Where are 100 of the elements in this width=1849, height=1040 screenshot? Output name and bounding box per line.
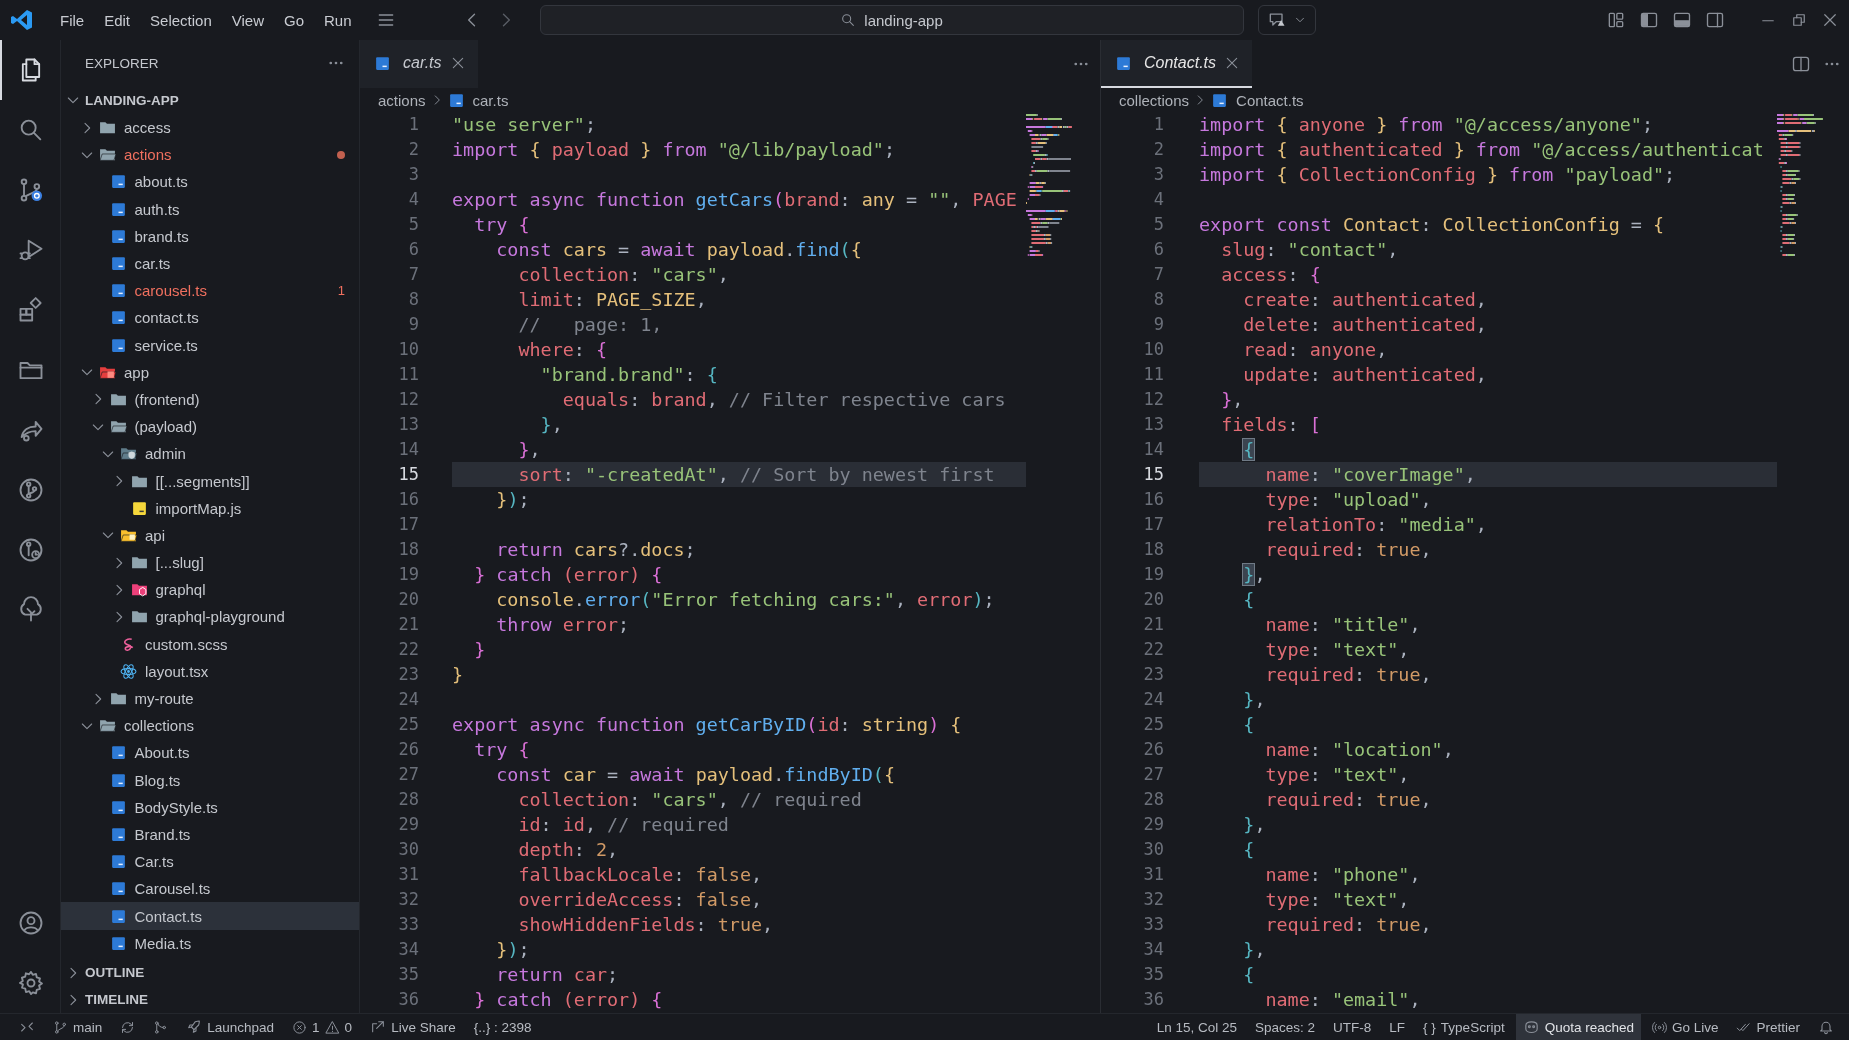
folder-entry[interactable]: collections — [61, 712, 359, 740]
folder-entry[interactable]: [[...segments]] — [61, 467, 359, 495]
menu-item[interactable]: Run — [314, 7, 362, 33]
status-item[interactable]: LF — [1382, 1014, 1413, 1040]
folder-entry[interactable]: graphql-playground — [61, 603, 359, 631]
sync-icon[interactable] — [120, 1019, 136, 1035]
restore-icon[interactable] — [1790, 11, 1808, 29]
line-number: 28 — [1143, 788, 1164, 811]
tree-entry[interactable]: About.ts — [61, 739, 359, 767]
folder-entry[interactable]: app — [61, 358, 359, 386]
breadcrumb-item[interactable]: Contact.ts — [1236, 91, 1304, 109]
folder-entry[interactable]: graphql — [61, 576, 359, 604]
tree-entry[interactable]: contact.ts — [61, 304, 359, 332]
graph-icon[interactable] — [153, 1019, 169, 1035]
secondary-sidebar-icon[interactable] — [1705, 10, 1725, 30]
editor-tab[interactable]: car.ts — [360, 40, 478, 88]
status-item[interactable]: Live Share — [363, 1014, 463, 1040]
remote-icon[interactable] — [19, 1019, 35, 1035]
line-number: 36 — [398, 988, 419, 1011]
status-item[interactable]: Launchpad — [179, 1014, 282, 1040]
tree-entry[interactable]: auth.ts — [61, 195, 359, 223]
code-line: name: "title", — [1264, 613, 1422, 637]
folder-entry[interactable]: (frontend) — [61, 385, 359, 414]
problem-count: 1 — [337, 283, 345, 299]
tree-entry[interactable]: importMap.js — [61, 494, 359, 522]
tree-entry[interactable]: Contact.ts — [61, 902, 359, 930]
chat-button[interactable] — [1257, 5, 1316, 35]
status-item[interactable]: Ln 15, Col 25 — [1149, 1014, 1244, 1040]
tree-entry[interactable]: layout.tsx — [61, 657, 359, 685]
tree-entry[interactable]: Blog.ts — [61, 766, 359, 794]
layout-icon[interactable] — [1606, 10, 1626, 30]
language-status[interactable]: { } TypeScript — [1416, 1014, 1512, 1040]
breadcrumb-item[interactable]: actions — [378, 91, 426, 109]
code-line: } — [452, 663, 465, 687]
status-item[interactable]: {..} : 2398 — [466, 1014, 539, 1040]
menu-item[interactable]: View — [221, 7, 274, 33]
search-field[interactable]: landing-app — [539, 5, 1244, 35]
tree-entry[interactable]: BodyStyle.ts — [61, 793, 359, 821]
status-item[interactable]: UTF-8 — [1326, 1014, 1379, 1040]
folder-entry[interactable]: actions — [61, 141, 359, 169]
line-number: 10 — [398, 338, 419, 361]
close-icon[interactable] — [1821, 11, 1839, 29]
folder-entry[interactable]: api — [61, 521, 359, 549]
line-number: 16 — [1143, 488, 1164, 511]
sidebar-toggle-icon[interactable] — [1639, 10, 1659, 30]
code-line: showHiddenFields: true, — [517, 913, 775, 937]
status-item[interactable]: main — [46, 1014, 110, 1040]
folder-icon — [99, 717, 116, 735]
tree-entry[interactable]: Carousel.ts — [61, 875, 359, 903]
ts-file-icon — [109, 853, 127, 871]
line-number: 24 — [1143, 688, 1164, 711]
folder-entry[interactable]: access — [61, 114, 359, 142]
menu-item[interactable]: Go — [274, 7, 314, 33]
tree-entry[interactable]: Car.ts — [61, 848, 359, 876]
tree-icon — [17, 596, 45, 624]
line-number: 8 — [408, 288, 419, 311]
menu-item[interactable]: File — [50, 7, 95, 33]
panel-toggle-icon[interactable] — [1672, 10, 1692, 30]
status-item[interactable]: Prettier — [1729, 1014, 1807, 1040]
status-item[interactable]: Go Live — [1644, 1014, 1726, 1040]
problems-status[interactable]: 1 0 — [285, 1014, 360, 1040]
tree-entry[interactable]: about.ts — [61, 168, 359, 196]
line-number: 32 — [1143, 888, 1164, 911]
line-number: 6 — [1153, 238, 1164, 261]
code-line: return car; — [495, 963, 620, 987]
broadcast-icon — [1651, 1019, 1667, 1035]
tree-entry[interactable]: brand.ts — [61, 222, 359, 250]
tree-entry[interactable]: car.ts — [61, 249, 359, 278]
breadcrumb-item[interactable]: car.ts — [472, 91, 509, 109]
ts-file-icon — [447, 91, 465, 109]
tree-entry[interactable]: service.ts — [61, 331, 359, 359]
bell-icon[interactable] — [1818, 1019, 1834, 1035]
folder-entry[interactable]: [...slug] — [61, 549, 359, 577]
tree-entry[interactable]: Media.ts — [61, 929, 359, 957]
code-line: import { authenticated } from "@/access/authenticat — [1199, 138, 1765, 162]
status-item[interactable]: Spaces: 2 — [1248, 1014, 1323, 1040]
line-number: 22 — [1143, 638, 1164, 661]
editor-tab[interactable]: Contact.ts — [1101, 40, 1253, 88]
line-number: 6 — [408, 238, 419, 261]
breadcrumb-item[interactable]: collections — [1119, 91, 1190, 109]
ts-file-icon — [109, 825, 127, 843]
tree-entry[interactable]: carousel.ts 1 — [61, 277, 359, 305]
section-header[interactable]: LANDING-APP — [61, 86, 359, 114]
tree-entry[interactable]: Brand.ts — [61, 820, 359, 849]
code-line: export const Contact: CollectionConfig = { — [1199, 213, 1666, 237]
section-header[interactable]: OUTLINE — [61, 959, 359, 986]
status-item[interactable]: Quota reached — [1515, 1014, 1641, 1040]
folder-entry[interactable]: admin — [61, 440, 359, 468]
line-number: 11 — [1143, 363, 1164, 386]
tree-entry[interactable]: custom.scss — [61, 630, 359, 658]
folder-entry[interactable]: (payload) — [61, 413, 359, 441]
section-header[interactable]: TIMELINE — [61, 986, 359, 1013]
split-editor-icon[interactable] — [1791, 54, 1811, 74]
menu-item[interactable]: Selection — [140, 7, 222, 33]
line-number: 33 — [1143, 913, 1164, 936]
folder-entry[interactable]: my-route — [61, 684, 359, 713]
menu-item[interactable]: Edit — [94, 7, 141, 33]
graph-icon — [17, 476, 45, 504]
line-number: 4 — [1153, 188, 1164, 211]
line-number: 1 — [408, 113, 419, 136]
